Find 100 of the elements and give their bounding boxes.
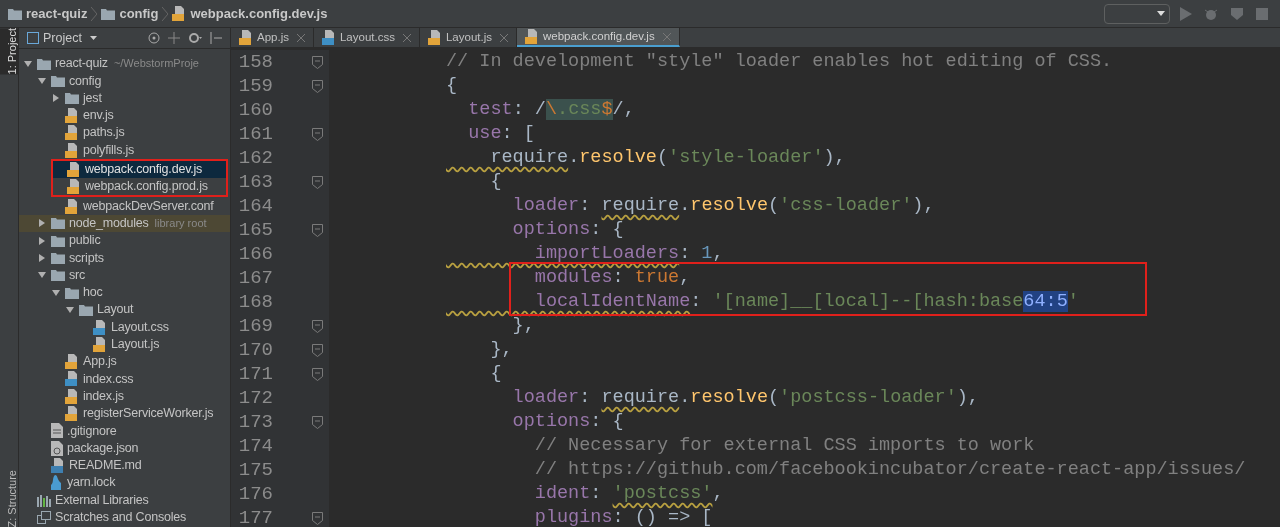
tree-item[interactable]: polyfills.js: [19, 141, 230, 159]
settings-icon[interactable]: [188, 32, 202, 44]
folder-icon: [51, 251, 65, 264]
tool-window-tab[interactable]: Z: Structure: [0, 469, 18, 527]
fold-marker-icon[interactable]: [312, 175, 323, 189]
item-label: hoc: [83, 284, 103, 302]
code-line: {: [489, 362, 502, 387]
project-view-dropdown[interactable]: Project: [27, 28, 97, 48]
editor-tab[interactable]: App.js: [231, 28, 314, 47]
folder-icon: [8, 7, 22, 20]
tree-item[interactable]: External Libraries: [19, 491, 230, 509]
fold-marker-icon[interactable]: [312, 55, 323, 69]
code-line: modules: true,: [533, 266, 691, 291]
fold-marker-icon[interactable]: [312, 367, 323, 381]
item-label: jest: [83, 89, 102, 107]
fold-marker-icon[interactable]: [312, 319, 323, 333]
css-file-icon: [321, 30, 336, 45]
code-line: // Necessary for external CSS imports to work: [533, 434, 1035, 459]
fold-marker-icon[interactable]: [312, 127, 323, 141]
tree-item[interactable]: hoc: [19, 283, 230, 302]
fold-marker-icon[interactable]: [312, 343, 323, 357]
code-line: use: [: [467, 122, 535, 147]
item-label: Layout.js: [111, 336, 160, 354]
tree-item[interactable]: index.js: [19, 387, 230, 405]
fold-marker-icon[interactable]: [312, 415, 323, 429]
line-number: 174: [237, 433, 273, 459]
tree-item[interactable]: webpack.config.prod.js: [53, 178, 226, 196]
tree-item[interactable]: Layout.js: [19, 335, 230, 354]
stop-icon[interactable]: [1256, 7, 1268, 20]
js-file-icon: [67, 179, 81, 195]
collapsed-arrow-icon[interactable]: [52, 94, 60, 103]
tree-item[interactable]: webpackDevServer.conf: [19, 197, 230, 215]
breadcrumb[interactable]: config: [101, 3, 159, 24]
js-file-icon: [427, 30, 442, 45]
tree-item[interactable]: .gitignore: [19, 422, 230, 440]
yarn-file-icon: [51, 475, 63, 491]
tree-item[interactable]: public: [19, 231, 230, 250]
breadcrumb[interactable]: react-quiz: [8, 3, 88, 24]
close-icon[interactable]: [402, 33, 411, 42]
fold-marker-icon[interactable]: [312, 223, 323, 237]
tree-item[interactable]: node_modules library root: [19, 214, 230, 232]
tree-item[interactable]: env.js: [19, 106, 230, 125]
js-file-icon: [65, 108, 79, 124]
target-icon[interactable]: [148, 32, 160, 44]
caret-icon: [1157, 11, 1165, 16]
tree-item[interactable]: paths.js: [19, 124, 230, 142]
css-file-icon: [93, 319, 107, 335]
fold-marker-icon[interactable]: [312, 511, 323, 525]
fold-marker-icon[interactable]: [312, 79, 323, 93]
close-icon[interactable]: [500, 33, 508, 42]
tree-item[interactable]: react-quiz ~/WebstormProje: [19, 55, 230, 73]
tree-item[interactable]: src: [19, 266, 230, 284]
run-configuration-dropdown[interactable]: [1104, 3, 1170, 24]
tree-item[interactable]: Layout: [19, 301, 230, 319]
library-icon: [37, 493, 51, 507]
line-number: 169: [237, 313, 273, 339]
js-file-icon: [65, 388, 79, 404]
item-label: index.js: [83, 387, 124, 405]
tree-item[interactable]: jest: [19, 89, 230, 107]
play-icon[interactable]: [1180, 6, 1192, 21]
code-line: importLoaders: 1,: [533, 242, 724, 267]
item-label: react-quiz: [55, 55, 108, 73]
code-line: {: [489, 170, 502, 195]
line-number: 171: [237, 361, 273, 387]
item-label: App.js: [83, 353, 117, 371]
tree-item[interactable]: App.js: [19, 353, 230, 371]
tree-item[interactable]: package.json: [19, 439, 230, 457]
tree-item[interactable]: Scratches and Consoles: [19, 508, 230, 526]
tree-item[interactable]: README.md: [19, 456, 230, 475]
folder-icon: [79, 303, 93, 316]
code-line: localIdentName: '[name]__[local]--[hash:base64:5': [533, 290, 1079, 315]
shield-icon[interactable]: [1230, 6, 1244, 21]
tree-item[interactable]: Layout.css: [19, 318, 230, 336]
item-label: config: [69, 72, 102, 90]
item-label: webpack.config.prod.js: [85, 178, 208, 196]
chevron-icon: [91, 6, 98, 21]
editor-tab[interactable]: webpack.config.dev.js: [517, 28, 680, 47]
editor-tab[interactable]: Layout.js: [419, 28, 517, 47]
folder-icon: [51, 74, 65, 87]
item-label: webpackDevServer.conf: [83, 197, 214, 215]
tree-item[interactable]: registerServiceWorker.js: [19, 404, 230, 423]
item-note: library root: [154, 216, 207, 232]
tree-item[interactable]: yarn.lock: [19, 474, 230, 492]
line-number: 173: [237, 409, 273, 435]
tree-item[interactable]: config: [19, 72, 230, 90]
tree-item[interactable]: webpack.config.dev.js: [53, 160, 226, 179]
close-icon[interactable]: [662, 32, 671, 41]
js-file-icon: [93, 336, 107, 352]
breadcrumb[interactable]: webpack.config.dev.js: [172, 3, 328, 24]
editor-tab[interactable]: Layout.css: [313, 28, 420, 47]
css-file-icon: [65, 371, 79, 387]
tree-item[interactable]: index.css: [19, 370, 230, 388]
line-number: 176: [237, 481, 273, 507]
markdown-file-icon: [51, 457, 65, 473]
item-label: Scratches and Consoles: [55, 509, 187, 526]
tree-item[interactable]: scripts: [19, 249, 230, 267]
close-icon[interactable]: [296, 33, 305, 42]
tool-window-tab[interactable]: 1: Project: [0, 28, 18, 75]
code-line: },: [489, 338, 513, 363]
window-icon: [27, 32, 39, 44]
